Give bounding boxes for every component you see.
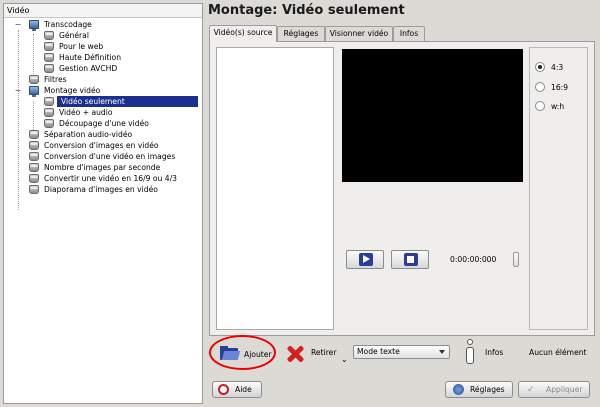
mode-select-value: Mode texte (357, 347, 400, 356)
database-icon (29, 130, 39, 139)
ratio-16-9-label: 16:9 (551, 83, 569, 92)
folder-open-icon (220, 346, 241, 360)
status-text: Aucun élément (529, 348, 587, 357)
database-icon (29, 163, 39, 172)
play-button[interactable] (346, 250, 384, 269)
volume-slider[interactable] (513, 252, 519, 267)
timecode: 0:00:00:000 (450, 255, 497, 264)
tree-item-label: Vidéo seulement (57, 96, 198, 107)
help-button-label: Aide (235, 385, 252, 394)
delete-x-icon (285, 344, 305, 364)
infos-label: Infos (485, 348, 504, 357)
tree-item-label: Nombre d'images par seconde (44, 163, 161, 172)
add-button-label: Ajouter (244, 350, 272, 359)
tree-item-label: Séparation audio-vidéo (44, 130, 133, 139)
help-button[interactable]: Aide (212, 381, 262, 398)
settings-globe-icon (453, 384, 464, 395)
collapse-toggle[interactable]: − (14, 19, 22, 30)
database-icon (29, 75, 39, 84)
ratio-16-9-radio[interactable] (535, 82, 545, 92)
stop-icon (404, 253, 418, 266)
video-preview (342, 49, 523, 182)
tree-item-video-en-images[interactable]: Conversion d'une vidéo en images (4, 151, 202, 162)
database-icon (29, 174, 39, 183)
tab-videos-source[interactable]: Vidéo(s) source (209, 25, 277, 42)
sidebar-tree[interactable]: Vidéo − Transcodage Général Pour le web … (3, 3, 203, 404)
page-title: Montage: Vidéo seulement (208, 3, 405, 18)
tree-item-decoupage[interactable]: Découpage d'une vidéo (4, 118, 202, 129)
tree-item-label: Diaporama d'images en vidéo (44, 185, 158, 194)
tree-item-label: Montage vidéo (44, 86, 101, 95)
database-icon (29, 141, 39, 150)
database-icon (44, 119, 54, 128)
tree-item-label: Transcodage (44, 20, 92, 29)
remove-button[interactable]: Retirer (285, 339, 340, 367)
tree-item-video-seulement[interactable]: Vidéo seulement (4, 96, 202, 107)
tree-item-label: Découpage d'une vidéo (59, 119, 149, 128)
tree-item-haute-definition[interactable]: Haute Définition (4, 52, 202, 63)
source-video-list[interactable] (216, 47, 334, 330)
apply-button-label: Appliquer (546, 385, 583, 394)
database-icon (44, 42, 54, 51)
database-icon (29, 152, 39, 161)
checkmark-icon: ✓ (527, 385, 535, 395)
database-icon (44, 31, 54, 40)
collapse-toggle[interactable]: − (14, 85, 22, 96)
tab-visionner-video[interactable]: Visionner vidéo (325, 26, 393, 41)
ratio-wh-radio[interactable] (535, 101, 545, 111)
computer-icon (29, 86, 39, 97)
settings-button[interactable]: Réglages (445, 381, 513, 398)
remove-button-label: Retirer (311, 348, 337, 357)
mode-select[interactable]: Mode texte (353, 345, 450, 359)
tab-panel: 4:3 16:9 w:h 0:00:00:000 (209, 41, 595, 336)
tree-item-images-par-seconde[interactable]: Nombre d'images par seconde (4, 162, 202, 173)
database-icon (44, 53, 54, 62)
aspect-ratio-group: 4:3 16:9 w:h (529, 47, 588, 330)
tree-item-gestion-avchd[interactable]: Gestion AVCHD (4, 63, 202, 74)
tree-item-general[interactable]: Général (4, 30, 202, 41)
tree-item-label: Conversion d'une vidéo en images (44, 152, 176, 161)
settings-button-label: Réglages (470, 385, 505, 394)
stop-button[interactable] (391, 250, 429, 269)
tree-item-label: Pour le web (59, 42, 104, 51)
tab-infos[interactable]: Infos (393, 26, 425, 41)
lifebuoy-icon (218, 384, 229, 395)
chevron-down-icon[interactable]: ⌄ (341, 355, 348, 364)
tree-item-filtres[interactable]: Filtres (4, 74, 202, 85)
database-icon (44, 108, 54, 117)
tree-item-16-9-ou-4-3[interactable]: Convertir une vidéo en 16/9 ou 4/3 (4, 173, 202, 184)
tree-item-montage-video[interactable]: − Montage vidéo (4, 85, 202, 97)
database-icon (44, 64, 54, 73)
database-icon (29, 185, 39, 194)
sidebar-header: Vidéo (4, 4, 202, 18)
tree-item-transcodage[interactable]: − Transcodage (4, 19, 202, 31)
dropdown-arrow-icon (439, 350, 445, 354)
database-icon (44, 97, 54, 106)
tree-item-video-audio[interactable]: Vidéo + audio (4, 107, 202, 118)
tree-item-label: Conversion d'images en vidéo (44, 141, 159, 150)
tree-item-label: Vidéo + audio (59, 108, 113, 117)
tree-item-label: Gestion AVCHD (59, 64, 118, 73)
tree-item-label: Haute Définition (59, 53, 122, 62)
tree-item-label: Filtres (44, 75, 67, 84)
tree-item-label: Général (59, 31, 89, 40)
info-icon[interactable] (466, 339, 475, 365)
tab-reglages[interactable]: Réglages (277, 26, 325, 41)
tree-item-pour-le-web[interactable]: Pour le web (4, 41, 202, 52)
tree-item-images-en-video[interactable]: Conversion d'images en vidéo (4, 140, 202, 151)
tree-item-label: Convertir une vidéo en 16/9 ou 4/3 (44, 174, 177, 183)
add-button[interactable]: Ajouter (212, 339, 272, 369)
play-icon (359, 253, 373, 266)
tree-item-diaporama[interactable]: Diaporama d'images en vidéo (4, 184, 202, 195)
computer-icon (29, 20, 39, 31)
tree-item-separation[interactable]: Séparation audio-vidéo (4, 129, 202, 140)
ratio-4-3-label: 4:3 (551, 63, 564, 72)
ratio-4-3-radio[interactable] (535, 62, 545, 72)
apply-button[interactable]: ✓ Appliquer (518, 381, 590, 398)
ratio-wh-label: w:h (551, 102, 565, 111)
